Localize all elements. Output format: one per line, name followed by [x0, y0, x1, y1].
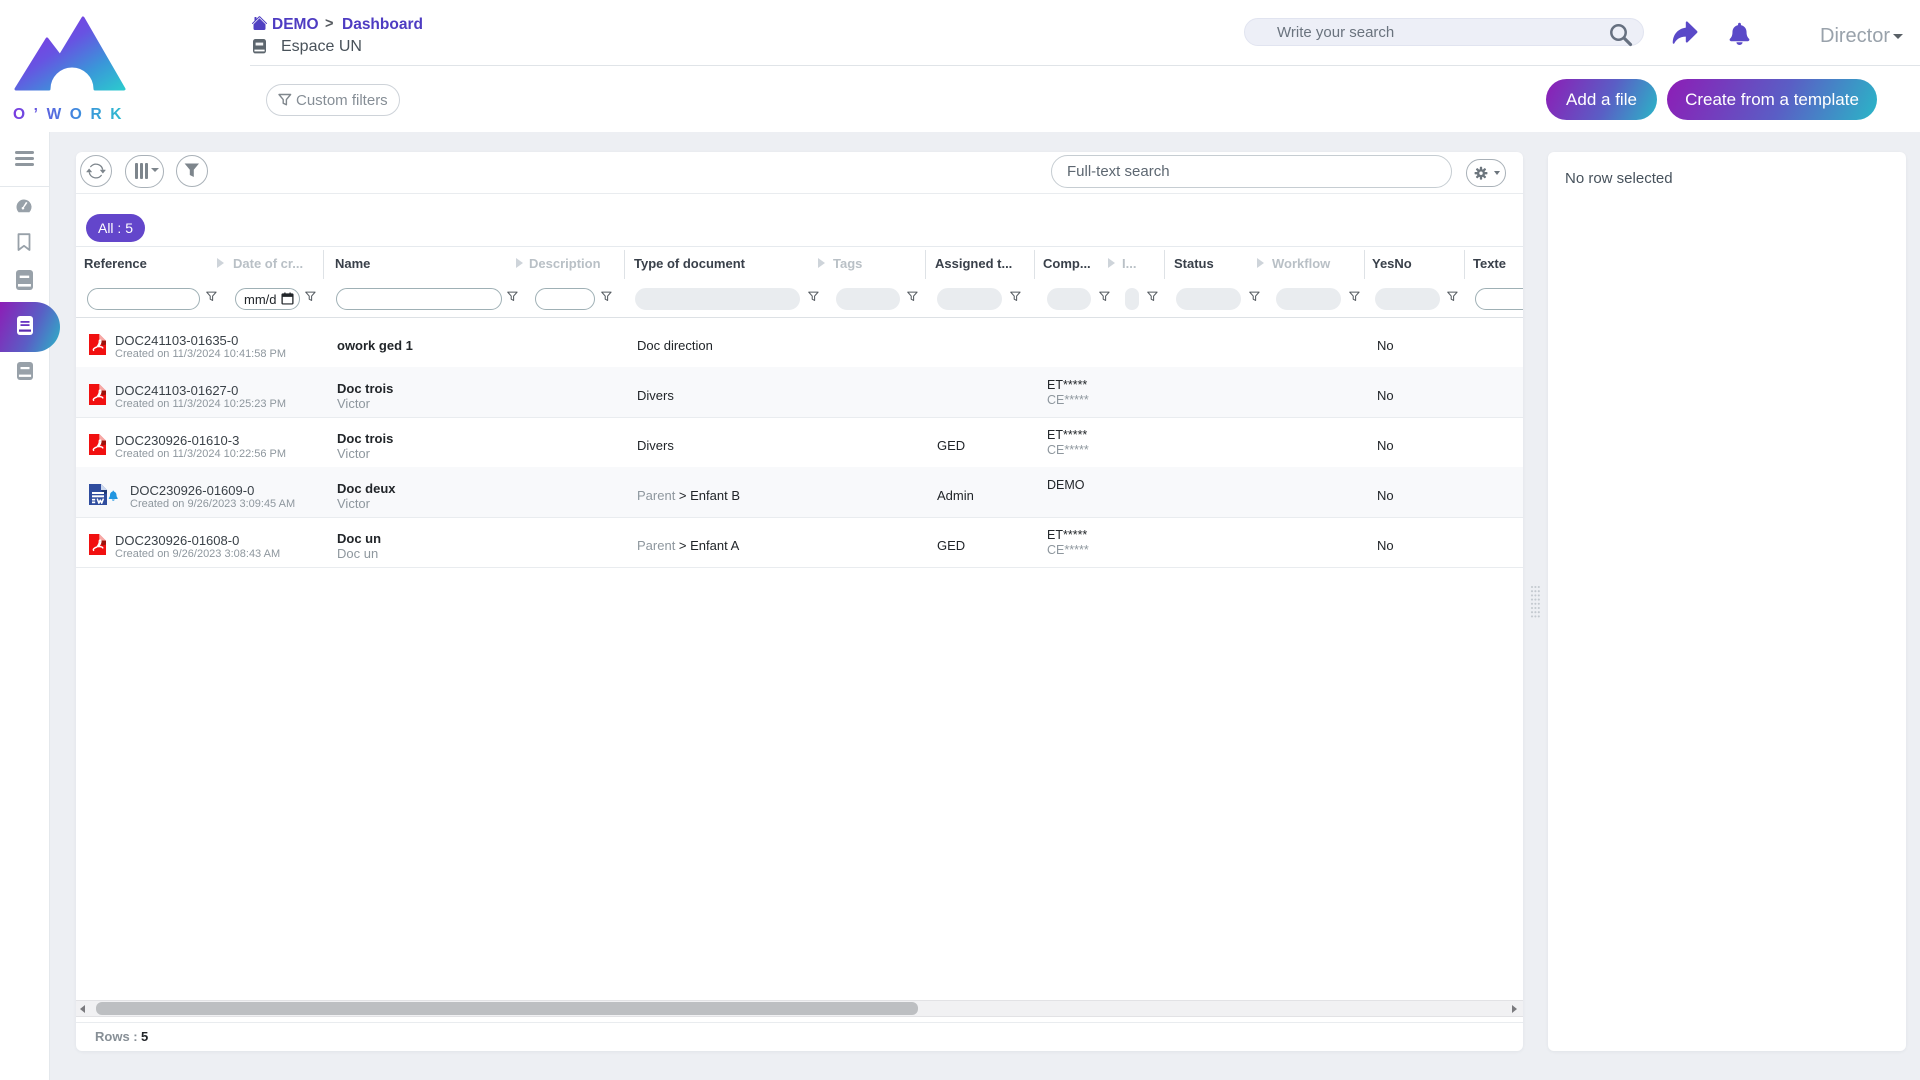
svg-text:O’WORK: O’WORK	[13, 106, 130, 120]
